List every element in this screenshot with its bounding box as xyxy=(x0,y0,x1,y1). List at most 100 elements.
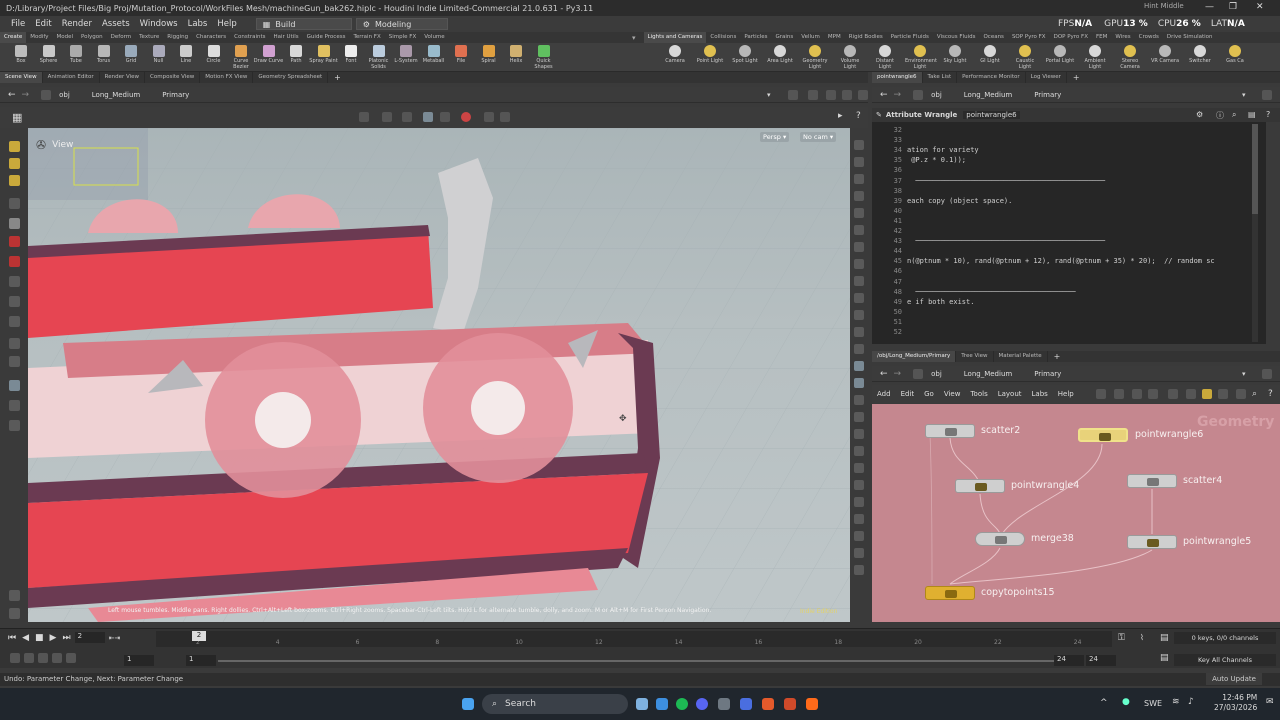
pane-tab[interactable]: Composite View xyxy=(145,72,201,83)
spotify-icon[interactable] xyxy=(676,698,688,710)
shelf-tab[interactable]: Deform xyxy=(107,32,135,43)
node-body[interactable] xyxy=(925,424,975,438)
node-body[interactable] xyxy=(1078,428,1128,442)
shelf-tab[interactable]: Modify xyxy=(26,32,52,43)
persp-dropdown[interactable]: Persp ▾ xyxy=(760,132,790,142)
scene-viewport[interactable]: ✇ View Persp ▾ No cam ▾ Left mouse tumbl… xyxy=(28,128,850,622)
brave-icon[interactable] xyxy=(762,698,774,710)
info-icon[interactable]: ⓘ xyxy=(1216,110,1224,121)
realtime-icon[interactable] xyxy=(10,653,20,663)
options-icon[interactable]: ▤ xyxy=(1248,110,1256,119)
view-tool-8-icon[interactable] xyxy=(500,112,510,122)
maximize-pane-icon[interactable] xyxy=(858,89,868,100)
camera-tool-icon[interactable] xyxy=(9,400,20,411)
view-tool-3-icon[interactable] xyxy=(402,112,412,122)
pane-tab[interactable]: /obj/Long_Medium/Primary xyxy=(872,351,957,362)
view-tool-1-icon[interactable] xyxy=(359,112,369,122)
network-menu-item[interactable]: Layout xyxy=(993,390,1027,398)
play-reverse-icon[interactable]: ◀ xyxy=(22,633,29,643)
view-tool-5-icon[interactable] xyxy=(440,112,450,122)
shelf-tab[interactable]: Rigging xyxy=(163,32,192,43)
pane-tab[interactable]: Render View xyxy=(100,72,146,83)
pane-tab[interactable]: Log Viewer xyxy=(1026,72,1067,83)
sculpt-tool-icon[interactable] xyxy=(9,296,20,307)
settings-icon[interactable] xyxy=(718,698,730,710)
shelf-tab[interactable]: Guide Process xyxy=(303,32,350,43)
shelf-tool[interactable]: Ambient Light xyxy=(1080,45,1110,70)
help-icon[interactable]: ? xyxy=(1268,389,1273,399)
playhead-marker[interactable]: 2 xyxy=(192,631,206,641)
pane-tab[interactable]: Scene View xyxy=(0,72,43,83)
pin-icon[interactable] xyxy=(1262,89,1272,100)
viewport-side-icon[interactable] xyxy=(854,157,864,167)
node-body[interactable] xyxy=(955,479,1005,493)
task-view-icon[interactable] xyxy=(636,698,648,710)
wire-icon[interactable] xyxy=(1114,389,1124,399)
viewport-side-icon[interactable] xyxy=(854,565,864,575)
viewport-side-icon[interactable] xyxy=(854,378,864,388)
last-frame-icon[interactable]: ⏭ xyxy=(62,633,70,643)
layout-icon[interactable] xyxy=(1168,389,1178,399)
shelf-tool[interactable]: Environment Light xyxy=(905,45,937,70)
back-arrow-icon[interactable]: ← xyxy=(8,90,16,100)
wrench-icon[interactable] xyxy=(1096,389,1106,399)
viewport-menu-icon[interactable]: ▸ xyxy=(838,111,843,121)
shelf-tab[interactable]: Viscous Fluids xyxy=(933,32,980,43)
layout-icon[interactable] xyxy=(826,89,836,100)
shelf-tab[interactable]: Collisions xyxy=(706,32,740,43)
add-tab-icon[interactable]: + xyxy=(1054,352,1061,361)
loop-tool-icon[interactable] xyxy=(9,338,20,349)
frame-ruler[interactable]: 2 4 6 8 10 12 14 16 18 20 22 24 2 xyxy=(156,631,1112,647)
viewport-side-icon[interactable] xyxy=(854,548,864,558)
app-icon[interactable] xyxy=(740,698,752,710)
shelf-tool[interactable]: Caustic Light xyxy=(1010,45,1040,70)
network-menu-item[interactable]: Edit xyxy=(896,390,920,398)
minimize-button[interactable]: — xyxy=(1205,2,1214,12)
viewport-side-icon[interactable] xyxy=(854,361,864,371)
viewport-side-icon[interactable] xyxy=(854,174,864,184)
shelf-tool[interactable]: Draw Curve xyxy=(254,45,284,64)
language-indicator[interactable]: SWE xyxy=(1144,699,1162,708)
split-icon[interactable] xyxy=(842,89,852,100)
path-network[interactable]: Long_Medium xyxy=(86,91,146,99)
shelf-tool[interactable]: Camera xyxy=(660,45,690,64)
path-dropdown-icon[interactable]: ▾ xyxy=(767,91,771,99)
play-icon[interactable]: ▶ xyxy=(50,633,57,643)
move-tool-icon[interactable] xyxy=(9,158,20,169)
shelf-tab[interactable]: Vellum xyxy=(797,32,824,43)
search-icon[interactable]: ⌕ xyxy=(1232,110,1236,120)
menu-file[interactable]: File xyxy=(6,19,30,29)
view-tool-4-icon[interactable] xyxy=(423,112,433,122)
network-menu-item[interactable]: Labs xyxy=(1027,390,1053,398)
shelf-menu-arrow-icon[interactable]: ▾ xyxy=(632,34,636,42)
tray-app-icon[interactable]: ● xyxy=(1122,697,1130,707)
houdini-icon[interactable] xyxy=(806,698,818,710)
shelf-tool[interactable]: Spray Paint xyxy=(309,45,339,64)
color-icon[interactable] xyxy=(1202,389,1212,399)
shelf-tool[interactable]: Platonic Solids xyxy=(364,45,394,70)
shelf-tab[interactable]: Lights and Cameras xyxy=(643,32,707,43)
back-arrow-icon[interactable]: ← xyxy=(880,90,888,100)
shelf-tab[interactable]: Texture xyxy=(135,32,163,43)
clock[interactable]: 12:46 PM 27/03/2026 xyxy=(1214,693,1257,713)
path-root[interactable]: obj xyxy=(925,370,948,378)
path-node[interactable]: Primary xyxy=(1028,370,1067,378)
shelf-tool[interactable]: Geometry Light xyxy=(800,45,830,70)
render-tool-icon[interactable] xyxy=(9,420,20,431)
shelf-tool[interactable]: Circle xyxy=(199,45,229,64)
shelf-tab[interactable]: Characters xyxy=(192,32,230,43)
shelf-tool[interactable]: Grid xyxy=(116,45,146,64)
menu-windows[interactable]: Windows xyxy=(135,19,183,29)
shelf-tool[interactable]: Line xyxy=(171,45,201,64)
add-tab-icon[interactable]: + xyxy=(334,73,341,82)
viewport-side-icon[interactable] xyxy=(854,463,864,473)
view-tool-7-icon[interactable] xyxy=(484,112,494,122)
node-body[interactable] xyxy=(975,532,1025,546)
viewport-side-icon[interactable] xyxy=(854,259,864,269)
brush-tool-icon[interactable] xyxy=(9,276,20,287)
key-icon[interactable]: ⚿ xyxy=(1118,633,1125,643)
pane-tab[interactable]: Tree View xyxy=(956,351,994,362)
viewport-help-icon[interactable]: ? xyxy=(856,111,861,121)
shelf-tool[interactable]: Null xyxy=(144,45,174,64)
handle-tool-icon[interactable] xyxy=(9,236,20,247)
